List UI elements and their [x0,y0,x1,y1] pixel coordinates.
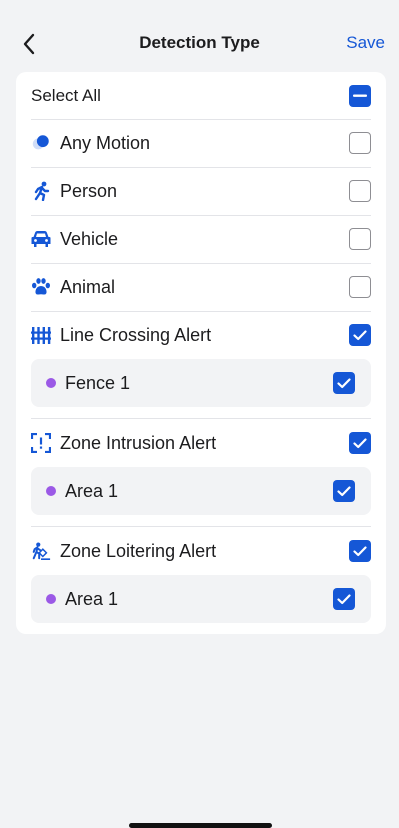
detection-row-vehicle[interactable]: Vehicle [31,215,371,264]
sub-item-fence-1[interactable]: Fence 1 [31,359,371,407]
checkmark-icon [353,329,367,340]
sub-item-label: Area 1 [65,480,119,501]
car-icon [31,229,51,249]
paw-icon [31,277,51,297]
zone-dot [46,486,56,496]
zone-dot [46,378,56,388]
detection-label: Zone Loitering Alert [60,540,217,561]
zone-intrusion-icon [31,433,51,453]
detection-label: Animal [60,276,116,297]
line-crossing-checkbox[interactable] [349,324,371,346]
checkmark-icon [337,485,351,496]
area-1-checkbox[interactable] [333,480,355,502]
detection-label: Person [60,180,118,201]
divider [31,515,371,527]
sub-item-label: Area 1 [65,588,119,609]
sub-item-area-1[interactable]: Area 1 [31,467,371,515]
detection-row-zone-loitering[interactable]: Zone Loitering Alert [31,527,371,575]
detection-label: Any Motion [60,132,151,153]
select-all-row[interactable]: Select All [31,72,371,120]
vehicle-checkbox[interactable] [349,228,371,250]
detection-row-animal[interactable]: Animal [31,263,371,312]
sub-item-area-1-loitering[interactable]: Area 1 [31,575,371,623]
person-running-icon [31,181,51,201]
detection-label: Vehicle [60,228,119,249]
area-1-loitering-checkbox[interactable] [333,588,355,610]
checkmark-icon [353,437,367,448]
minus-icon [353,94,367,97]
select-all-checkbox[interactable] [349,84,371,107]
animal-checkbox[interactable] [349,276,371,298]
save-button[interactable]: Save [346,33,385,53]
zone-intrusion-checkbox[interactable] [349,432,371,454]
detection-row-any-motion[interactable]: Any Motion [31,119,371,168]
checkmark-icon [337,593,351,604]
page-title: Detection Type [139,33,260,52]
detection-type-list: Select All Any Motion Person Vehicle Ani… [16,72,386,634]
checkmark-icon [337,377,351,388]
detection-row-zone-intrusion[interactable]: Zone Intrusion Alert [31,419,371,467]
detection-label: Line Crossing Alert [60,324,212,345]
detection-label: Zone Intrusion Alert [60,432,217,453]
any-motion-checkbox[interactable] [349,132,371,154]
divider [31,407,371,419]
fence-1-checkbox[interactable] [333,372,355,394]
fence-icon [31,325,51,345]
loitering-icon [31,541,51,561]
select-all-label: Select All [31,85,101,105]
detection-row-person[interactable]: Person [31,167,371,216]
motion-icon [31,133,51,153]
zone-dot [46,594,56,604]
person-checkbox[interactable] [349,180,371,202]
sub-item-label: Fence 1 [65,372,131,393]
zone-loitering-checkbox[interactable] [349,540,371,562]
detection-row-line-crossing[interactable]: Line Crossing Alert [31,311,371,359]
checkmark-icon [353,545,367,556]
